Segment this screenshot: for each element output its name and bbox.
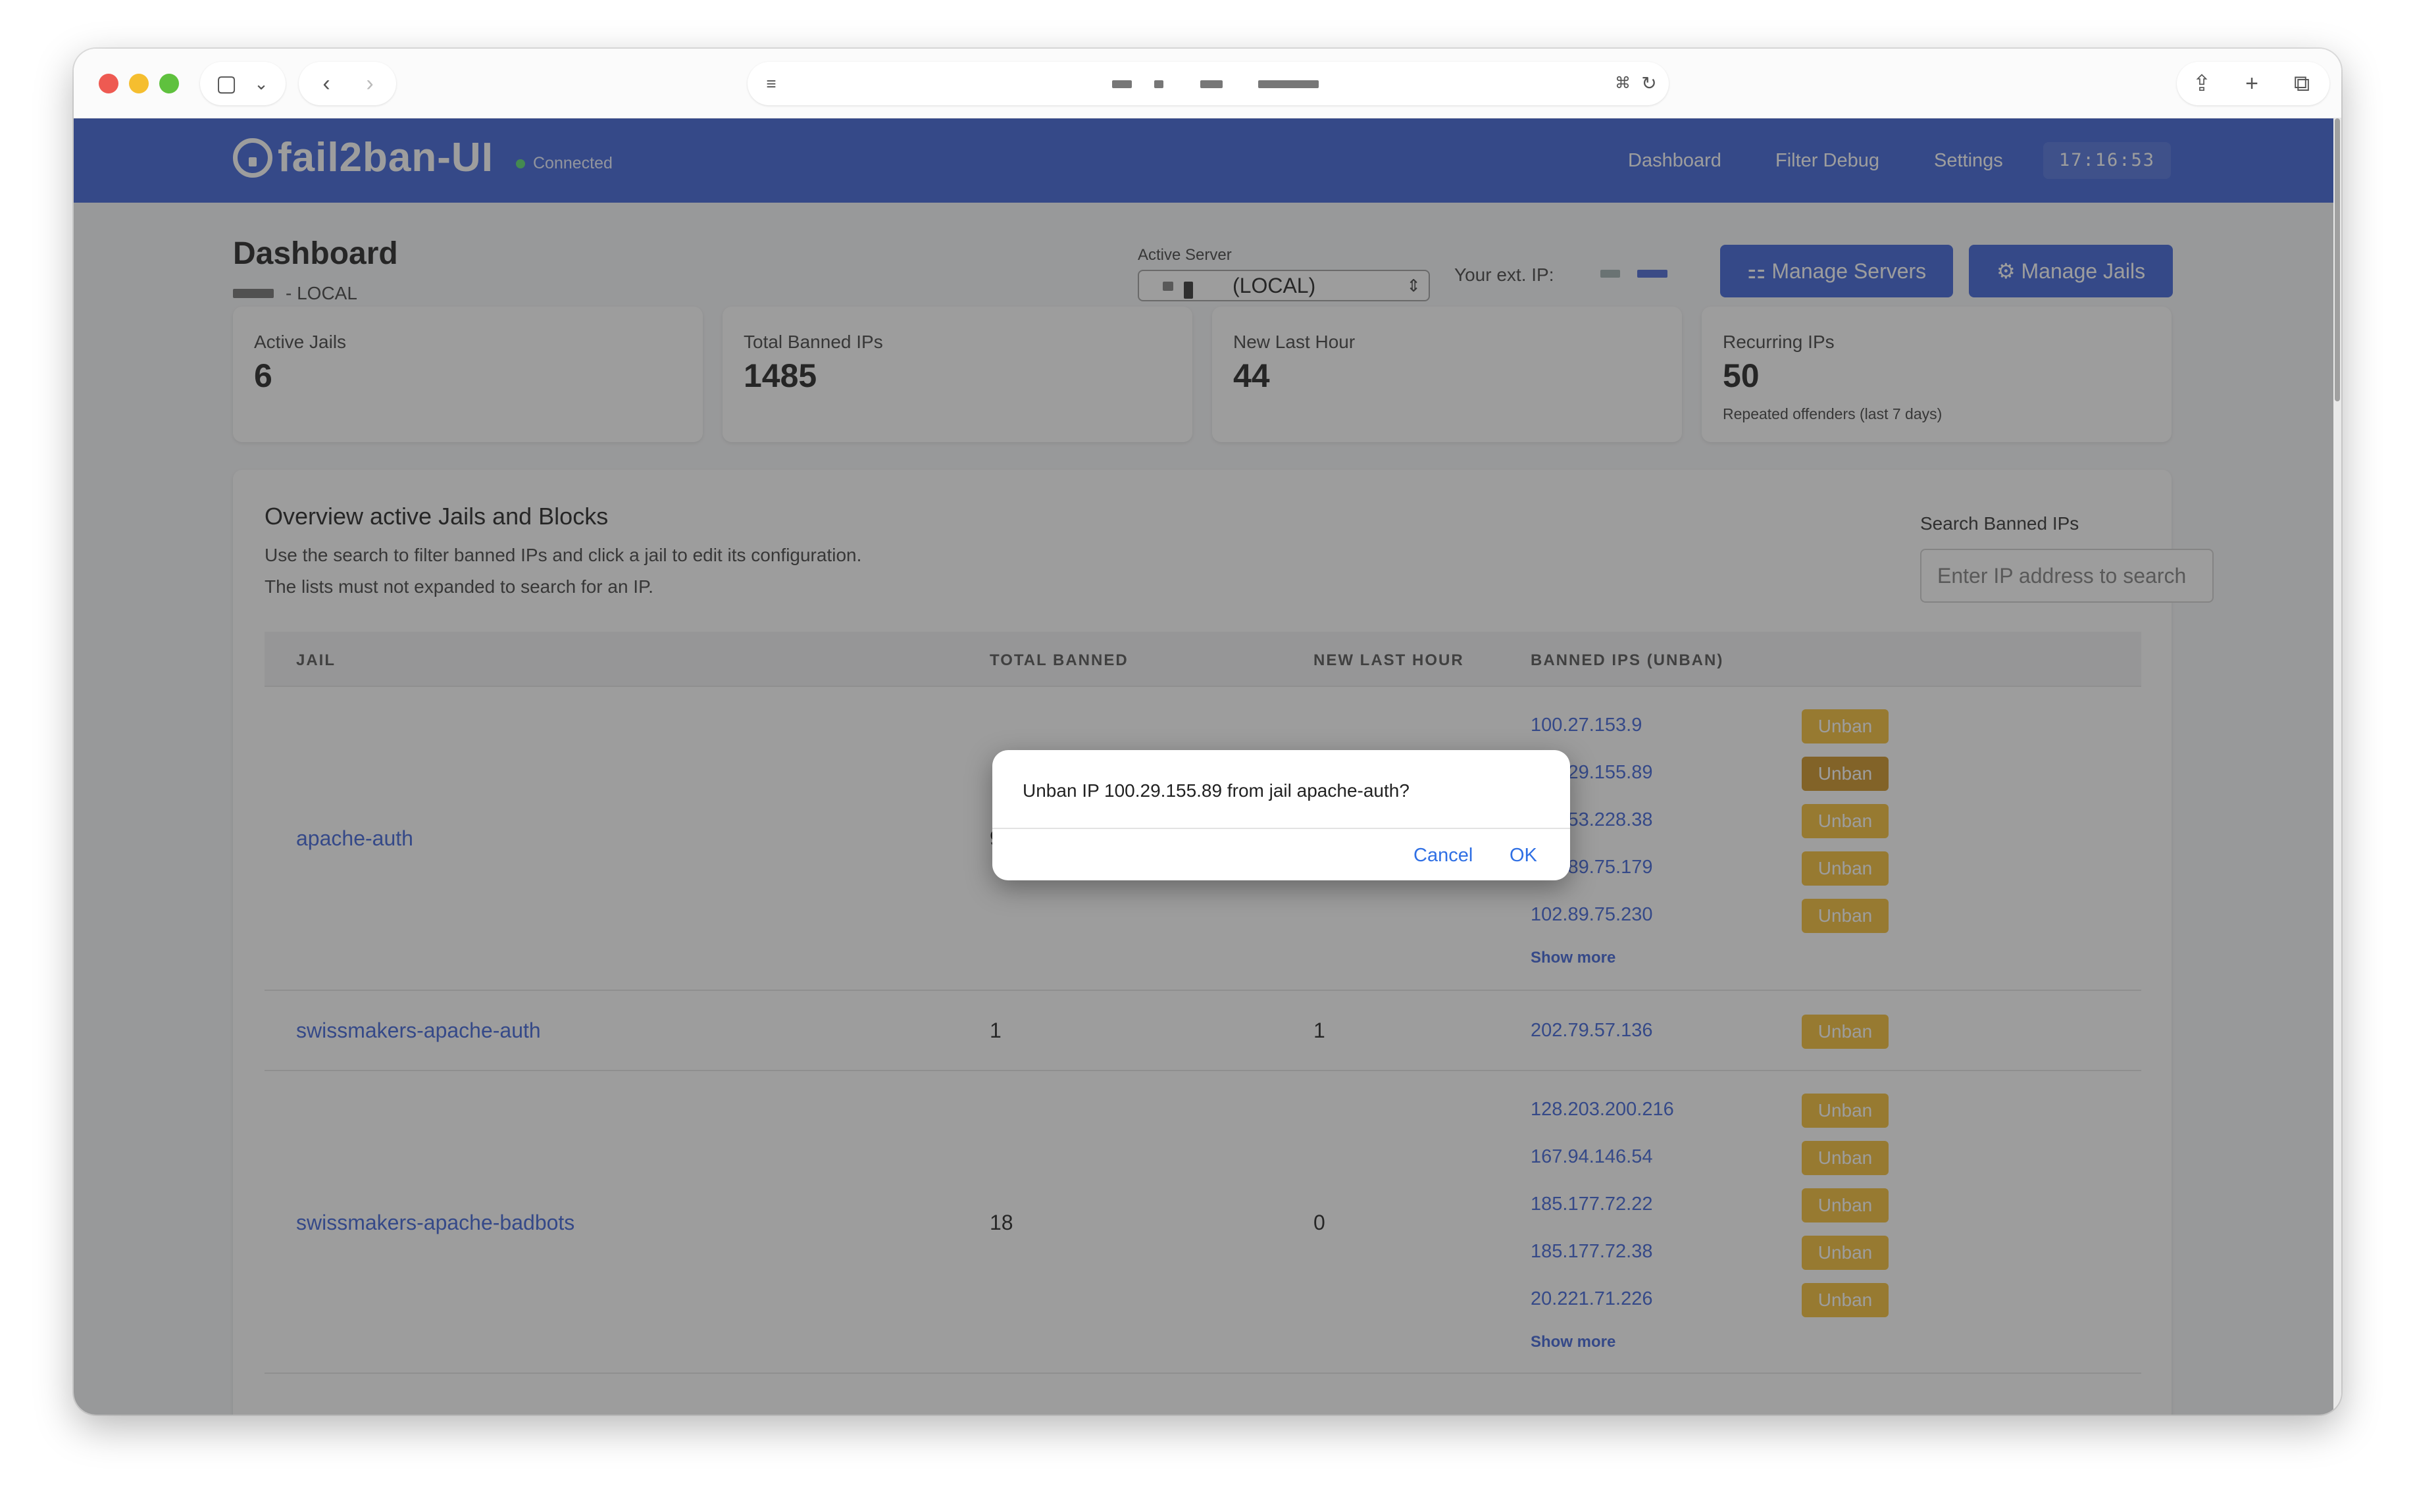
tab-overview-icon[interactable]: ⧉ <box>2282 62 2322 105</box>
reload-icon[interactable]: ↻ <box>1636 62 1662 105</box>
web-page: fail2ban-UI Connected Dashboard Filter D… <box>74 118 2333 1415</box>
chevron-down-icon[interactable]: ⌄ <box>246 62 276 105</box>
translate-icon[interactable]: ⌘ <box>1610 62 1636 105</box>
ok-button[interactable]: OK <box>1510 845 1537 867</box>
redacted-url <box>1112 80 1132 88</box>
history-nav-group: ‹ › <box>299 62 396 105</box>
new-tab-icon[interactable]: + <box>2232 62 2272 105</box>
confirm-message: Unban IP 100.29.155.89 from jail apache-… <box>1023 780 1410 801</box>
page-menu-icon[interactable]: ≡ <box>754 62 788 105</box>
zoom-window-button[interactable] <box>159 74 179 93</box>
redacted-url <box>1258 80 1319 88</box>
back-icon[interactable]: ‹ <box>308 62 345 105</box>
minimize-window-button[interactable] <box>129 74 149 93</box>
browser-window: ▢ ⌄ ‹ › ≡ ⌘ ↻ ⇪ + ⧉ fail2ban-UI <box>74 49 2341 1415</box>
confirm-dialog: Unban IP 100.29.155.89 from jail apache-… <box>992 750 1570 880</box>
cancel-button[interactable]: Cancel <box>1413 845 1473 867</box>
scrollbar-thumb[interactable] <box>2335 118 2340 401</box>
forward-icon[interactable]: › <box>351 62 388 105</box>
redacted-url <box>1200 80 1223 88</box>
browser-toolbar: ▢ ⌄ ‹ › ≡ ⌘ ↻ ⇪ + ⧉ <box>74 49 2341 118</box>
window-actions-group: ⇪ + ⧉ <box>2177 62 2329 105</box>
page-scrollbar[interactable] <box>2333 118 2341 1415</box>
sidebar-toggle-group[interactable]: ▢ ⌄ <box>200 62 286 105</box>
close-window-button[interactable] <box>99 74 118 93</box>
dialog-divider <box>992 828 1570 829</box>
sidebar-icon[interactable]: ▢ <box>209 62 243 105</box>
address-bar[interactable]: ≡ ⌘ ↻ <box>748 62 1669 105</box>
redacted-url <box>1154 80 1163 88</box>
share-icon[interactable]: ⇪ <box>2182 62 2222 105</box>
